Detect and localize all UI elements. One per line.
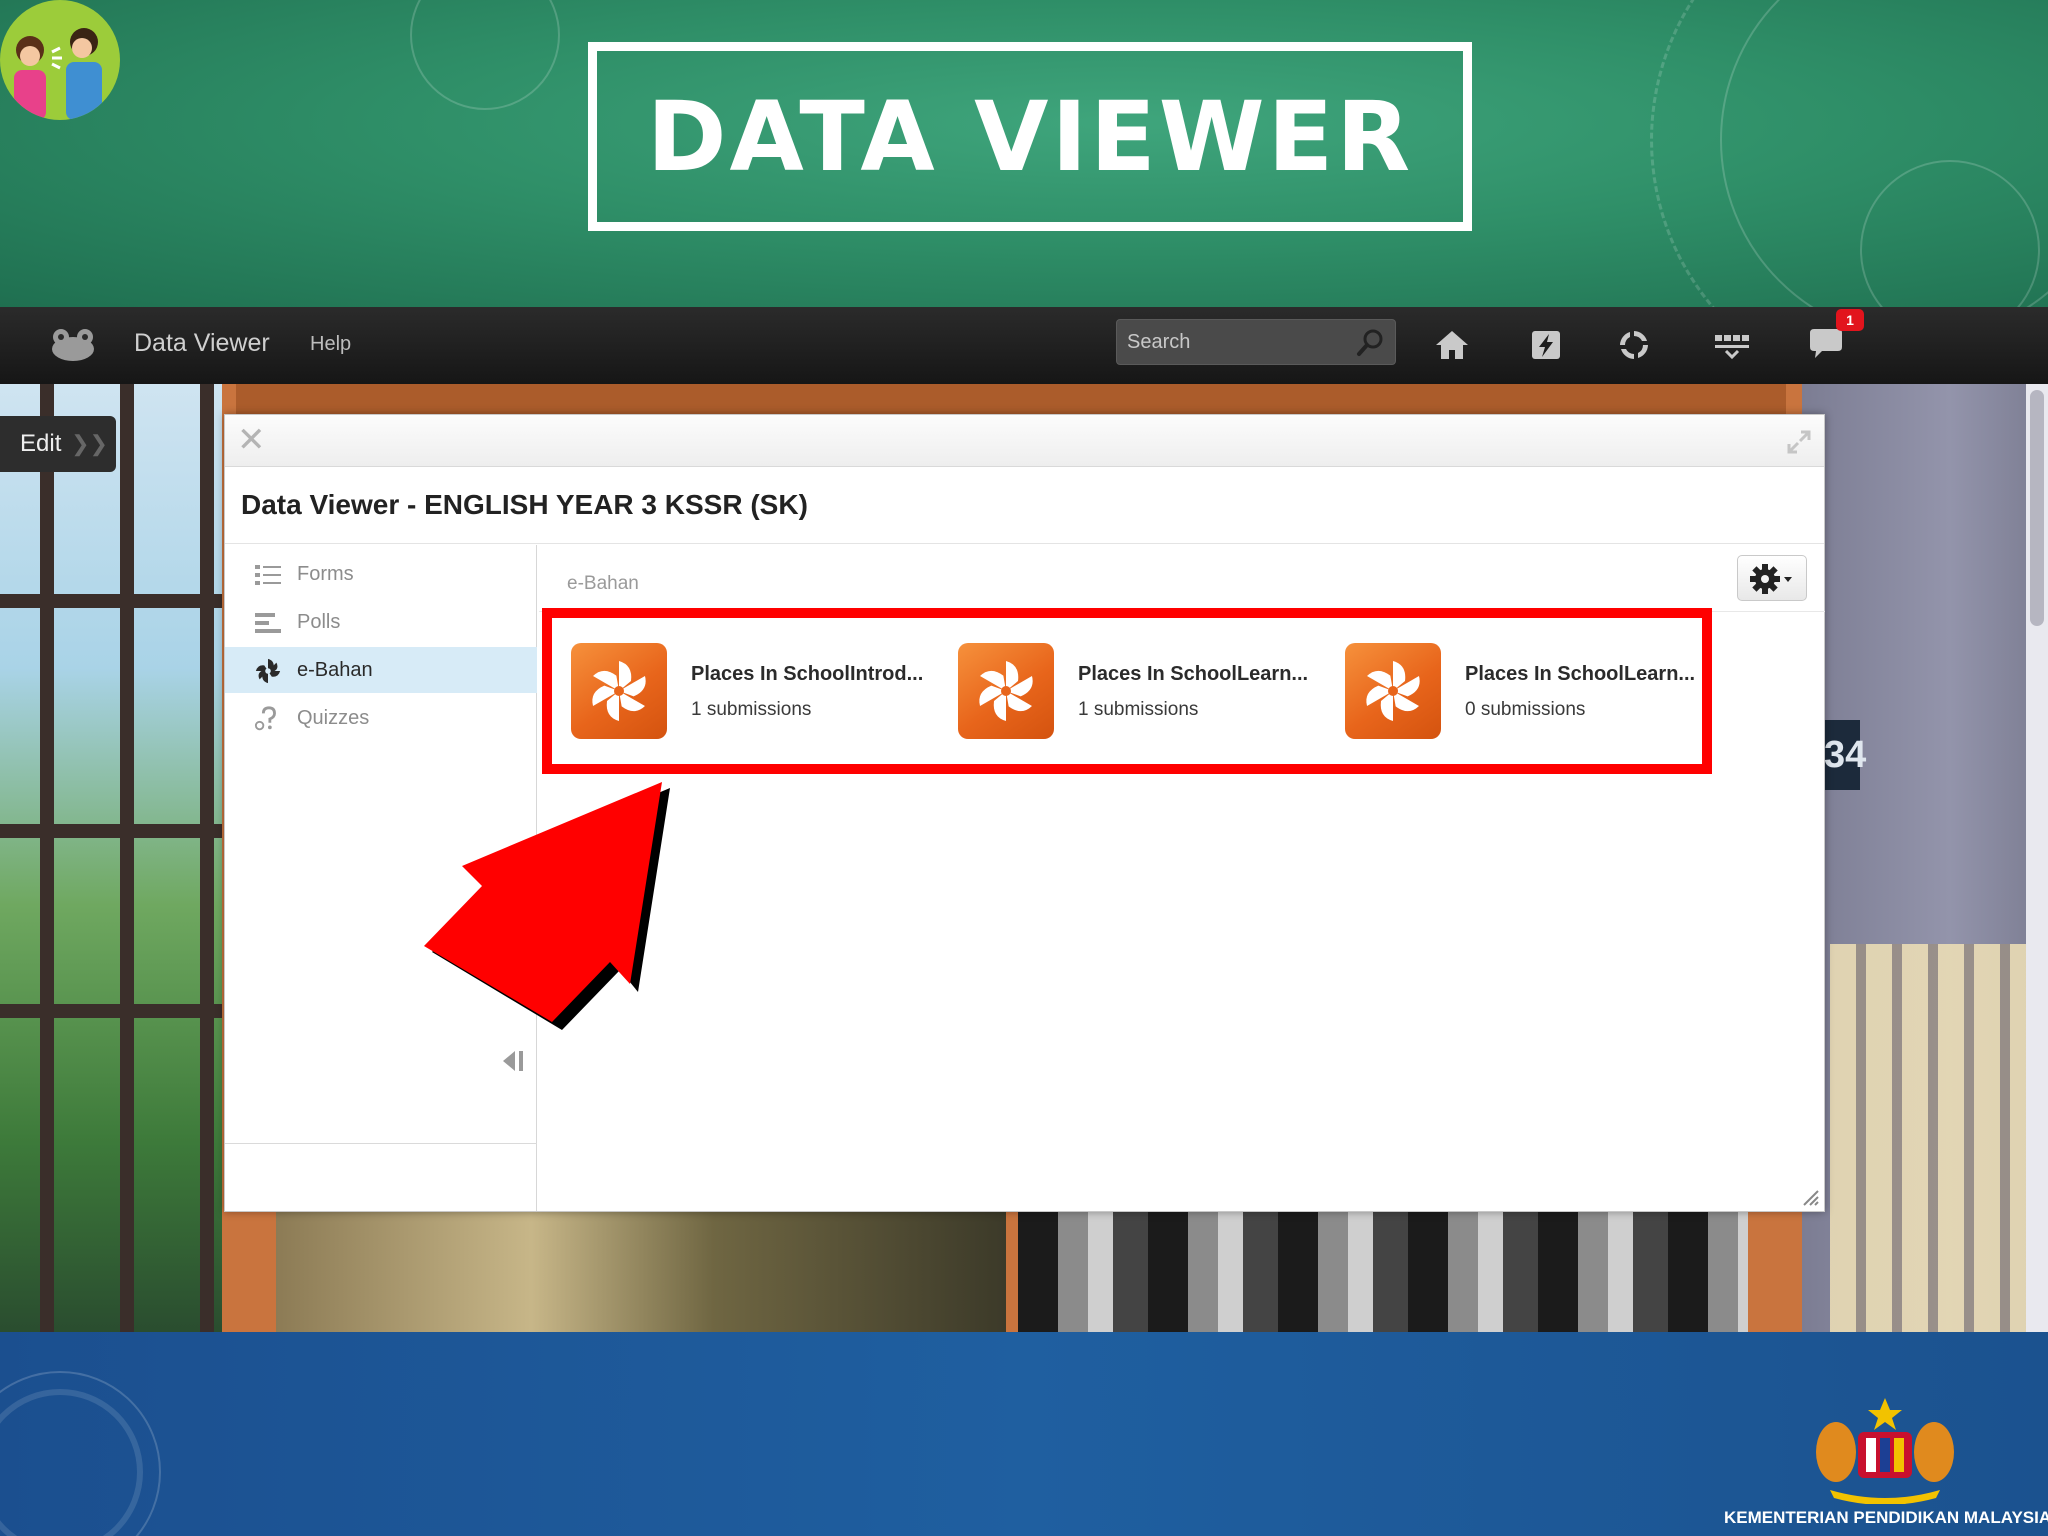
page-scrollbar-thumb[interactable] [2030, 390, 2044, 626]
pinwheel-icon [255, 658, 281, 684]
sidebar-item-e-bahan[interactable]: e-Bahan [225, 647, 537, 693]
search-icon[interactable] [1355, 328, 1385, 358]
highlight-annotation [542, 608, 1712, 774]
dialog-header: ✕ [225, 415, 1824, 467]
people-talking-logo [0, 0, 120, 120]
sidebar-item-quizzes[interactable]: Quizzes [225, 695, 537, 741]
help-link[interactable]: Help [310, 333, 351, 356]
notification-badge[interactable]: 1 [1836, 309, 1864, 331]
search-input[interactable] [1117, 320, 1347, 364]
classroom-window [0, 384, 222, 1332]
list-icon [255, 565, 281, 585]
sync-icon[interactable] [1614, 325, 1654, 365]
content-section-label: e-Bahan [567, 573, 639, 594]
coat-of-arms-emblem [1816, 1398, 1954, 1504]
dashboard-icon[interactable] [1712, 325, 1752, 365]
bars-icon [255, 613, 281, 633]
sidebar-item-forms[interactable]: Forms [225, 551, 537, 597]
expand-icon[interactable] [1786, 429, 1812, 455]
sidebar-item-polls[interactable]: Polls [225, 599, 537, 645]
double-chevron-icon: ❯❯ [71, 431, 108, 456]
question-icon [254, 706, 276, 731]
room-number-sign: 34 [1824, 720, 1866, 790]
pointer-arrow-annotation [424, 782, 670, 1030]
search-box [1116, 319, 1396, 365]
divider [225, 543, 1824, 544]
app-top-bar: Data Viewer Help 1 [0, 307, 2048, 384]
board-top-rail [236, 384, 1786, 414]
window-light [1830, 944, 2040, 1332]
sidebar-item-label: e-Bahan [297, 659, 373, 681]
gear-icon [1750, 564, 1792, 594]
slide-banner: DATA VIEWER [0, 0, 2048, 307]
slide-title-box: DATA VIEWER [588, 42, 1472, 231]
divider [225, 1143, 537, 1144]
school-building-photo [276, 1212, 1006, 1332]
home-icon[interactable] [1432, 325, 1472, 365]
classroom-students-photo [1018, 1212, 1748, 1332]
collapse-sidebar-icon[interactable] [497, 1047, 527, 1075]
slide-footer: KEMENTERIAN PENDIDIKAN MALAYSIA [0, 1332, 2048, 1536]
edit-button[interactable]: Edit ❯❯ [0, 416, 116, 472]
app-title[interactable]: Data Viewer [134, 329, 270, 358]
slide-title: DATA VIEWER [646, 80, 1414, 193]
resize-grip-icon[interactable] [1800, 1187, 1820, 1207]
sidebar-item-label: Forms [297, 563, 354, 585]
decorative-ring [410, 0, 560, 110]
sidebar-item-label: Polls [297, 611, 341, 633]
close-icon[interactable]: ✕ [237, 423, 267, 457]
decorative-ring [0, 1371, 161, 1536]
chat-icon[interactable] [1806, 325, 1846, 365]
ministry-label: KEMENTERIAN PENDIDIKAN MALAYSIA [1724, 1508, 2048, 1527]
lightning-icon[interactable] [1526, 325, 1566, 365]
frog-logo-icon[interactable] [50, 327, 96, 363]
settings-dropdown-button[interactable] [1737, 555, 1807, 601]
sidebar-item-label: Quizzes [297, 707, 370, 729]
edit-button-label: Edit [20, 430, 62, 457]
dialog-title: Data Viewer - ENGLISH YEAR 3 KSSR (SK) [241, 489, 808, 520]
